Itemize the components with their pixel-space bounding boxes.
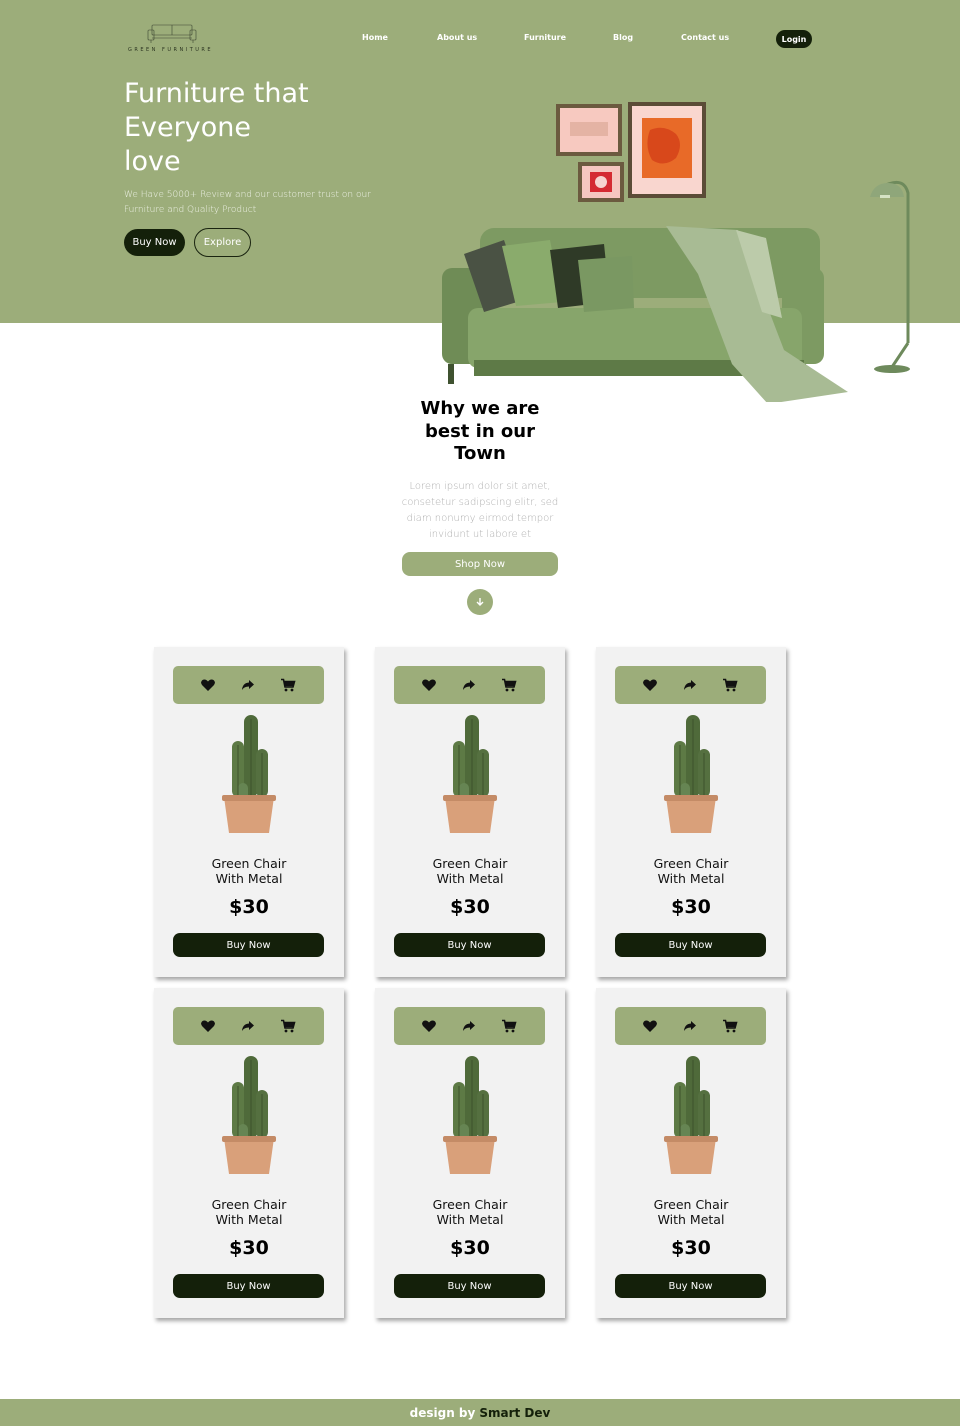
cactus-product-image bbox=[222, 715, 276, 833]
scroll-down-button[interactable] bbox=[467, 589, 493, 615]
cart-icon[interactable] bbox=[722, 677, 738, 693]
product-card[interactable]: Green Chair With Metal $30 Buy Now bbox=[154, 647, 344, 977]
why-title-line: Why we are bbox=[420, 398, 540, 419]
product-price: $30 bbox=[671, 1237, 711, 1259]
cactus-product-image bbox=[443, 1056, 497, 1174]
floor-lamp-image bbox=[870, 180, 910, 373]
footer-author[interactable]: Smart Dev bbox=[479, 1406, 550, 1420]
share-icon[interactable] bbox=[240, 677, 256, 693]
product-name-line: With Metal bbox=[215, 1212, 283, 1227]
arrow-down-icon bbox=[476, 598, 484, 606]
product-name-line: With Metal bbox=[436, 1212, 504, 1227]
product-name: Green Chair With Metal bbox=[154, 1197, 344, 1227]
cart-icon[interactable] bbox=[501, 1018, 517, 1034]
product-price: $30 bbox=[450, 896, 490, 918]
why-description: Lorem ipsum dolor sit amet, consetetur s… bbox=[401, 481, 559, 540]
product-name-line: With Metal bbox=[215, 871, 283, 886]
product-buy-now-button[interactable]: Buy Now bbox=[394, 933, 545, 957]
login-button[interactable]: Login bbox=[776, 30, 812, 48]
product-buy-now-button[interactable]: Buy Now bbox=[615, 933, 766, 957]
card-toolbar bbox=[394, 1007, 545, 1045]
card-toolbar bbox=[173, 1007, 324, 1045]
why-title-line: Town bbox=[454, 443, 506, 464]
product-buy-now-button[interactable]: Buy Now bbox=[615, 1274, 766, 1298]
cart-icon[interactable] bbox=[280, 1018, 296, 1034]
card-toolbar bbox=[615, 1007, 766, 1045]
heart-icon[interactable] bbox=[421, 677, 437, 693]
cactus-product-image bbox=[443, 715, 497, 833]
nav-item-contact-us[interactable]: Contact us bbox=[681, 33, 729, 42]
main-nav: Home About us Furniture Blog Contact us bbox=[0, 33, 960, 47]
product-price: $30 bbox=[671, 896, 711, 918]
heart-icon[interactable] bbox=[421, 1018, 437, 1034]
product-card[interactable]: Green Chair With Metal $30 Buy Now bbox=[375, 988, 565, 1318]
product-name-line: Green Chair bbox=[432, 1197, 508, 1212]
cactus-product-image bbox=[664, 715, 718, 833]
heart-icon[interactable] bbox=[200, 1018, 216, 1034]
share-icon[interactable] bbox=[461, 677, 477, 693]
footer: design by Smart Dev bbox=[0, 1399, 960, 1426]
product-name-line: Green Chair bbox=[653, 1197, 729, 1212]
product-price: $30 bbox=[229, 1237, 269, 1259]
nav-item-about-us[interactable]: About us bbox=[437, 33, 477, 42]
share-icon[interactable] bbox=[240, 1018, 256, 1034]
product-name: Green Chair With Metal bbox=[154, 856, 344, 886]
product-card[interactable]: Green Chair With Metal $30 Buy Now bbox=[596, 647, 786, 977]
cart-icon[interactable] bbox=[722, 1018, 738, 1034]
product-price: $30 bbox=[450, 1237, 490, 1259]
product-name-line: With Metal bbox=[657, 871, 725, 886]
card-toolbar bbox=[394, 666, 545, 704]
brand-logo-text: GREEN FURNITURE bbox=[128, 47, 214, 53]
why-title: Why we are best in our Town bbox=[380, 398, 580, 466]
product-name-line: Green Chair bbox=[432, 856, 508, 871]
card-toolbar bbox=[173, 666, 324, 704]
explore-button[interactable]: Explore bbox=[194, 228, 251, 257]
nav-item-furniture[interactable]: Furniture bbox=[524, 33, 566, 42]
shop-now-button[interactable]: Shop Now bbox=[402, 552, 558, 576]
product-name: Green Chair With Metal bbox=[375, 1197, 565, 1227]
wall-frames-image bbox=[556, 102, 706, 202]
product-name: Green Chair With Metal bbox=[375, 856, 565, 886]
product-name-line: Green Chair bbox=[653, 856, 729, 871]
product-price: $30 bbox=[229, 896, 269, 918]
cart-icon[interactable] bbox=[501, 677, 517, 693]
green-sofa-image bbox=[442, 226, 848, 402]
hero-title: Furniture that Everyone love bbox=[124, 77, 404, 179]
product-card[interactable]: Green Chair With Metal $30 Buy Now bbox=[375, 647, 565, 977]
cart-icon[interactable] bbox=[280, 677, 296, 693]
hero-buy-now-button[interactable]: Buy Now bbox=[124, 229, 185, 256]
hero-title-line: love bbox=[124, 146, 181, 177]
product-name-line: With Metal bbox=[657, 1212, 725, 1227]
share-icon[interactable] bbox=[682, 677, 698, 693]
share-icon[interactable] bbox=[682, 1018, 698, 1034]
heart-icon[interactable] bbox=[200, 677, 216, 693]
cactus-product-image bbox=[664, 1056, 718, 1174]
product-card[interactable]: Green Chair With Metal $30 Buy Now bbox=[154, 988, 344, 1318]
hero-subtitle: We Have 5000+ Review and our customer tr… bbox=[124, 190, 371, 215]
hero-title-line: Furniture that bbox=[124, 78, 309, 109]
share-icon[interactable] bbox=[461, 1018, 477, 1034]
product-name-line: Green Chair bbox=[211, 1197, 287, 1212]
product-name: Green Chair With Metal bbox=[596, 856, 786, 886]
heart-icon[interactable] bbox=[642, 1018, 658, 1034]
product-buy-now-button[interactable]: Buy Now bbox=[173, 1274, 324, 1298]
nav-item-blog[interactable]: Blog bbox=[613, 33, 633, 42]
hero-title-line: Everyone bbox=[124, 112, 251, 143]
heart-icon[interactable] bbox=[642, 677, 658, 693]
card-toolbar bbox=[615, 666, 766, 704]
footer-prefix: design by bbox=[409, 1405, 476, 1420]
product-name-line: Green Chair bbox=[211, 856, 287, 871]
product-name-line: With Metal bbox=[436, 871, 504, 886]
cactus-product-image bbox=[222, 1056, 276, 1174]
nav-item-home[interactable]: Home bbox=[362, 33, 388, 42]
product-name: Green Chair With Metal bbox=[596, 1197, 786, 1227]
product-card[interactable]: Green Chair With Metal $30 Buy Now bbox=[596, 988, 786, 1318]
product-buy-now-button[interactable]: Buy Now bbox=[394, 1274, 545, 1298]
product-buy-now-button[interactable]: Buy Now bbox=[173, 933, 324, 957]
why-title-line: best in our bbox=[425, 420, 535, 442]
